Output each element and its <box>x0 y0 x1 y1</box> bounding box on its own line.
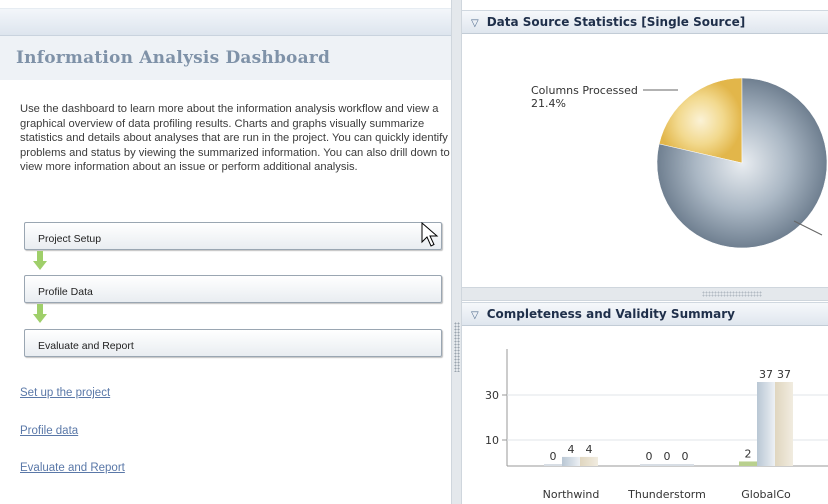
vertical-splitter[interactable] <box>451 0 462 504</box>
bar[interactable] <box>658 464 676 466</box>
stats-panel-title: Data Source Statistics [Single Source] <box>486 15 746 29</box>
bar[interactable] <box>757 382 775 466</box>
mouse-pointer-icon <box>421 222 439 247</box>
step-evaluate-and-report[interactable]: Evaluate and Report <box>24 329 442 357</box>
triangle-down-icon[interactable]: ▽ <box>471 310 479 321</box>
bar-value-label: 2 <box>745 447 752 460</box>
bar-value-label: 37 <box>777 368 791 381</box>
pie-chart: Columns Processed 21.4% <box>531 77 828 249</box>
category-label: GlobalCo <box>741 488 791 501</box>
splitter-grip[interactable] <box>702 291 762 297</box>
bar-value-label: 4 <box>586 443 593 456</box>
pie-leader-line <box>793 220 823 236</box>
completeness-panel-header[interactable]: ▽ Completeness and Validity Summary <box>462 302 828 326</box>
bar-value-label: 4 <box>568 443 575 456</box>
triangle-down-icon[interactable]: ▽ <box>471 18 479 29</box>
bar[interactable] <box>775 382 793 466</box>
bar[interactable] <box>640 464 658 466</box>
pie-label-value: 21.4% <box>531 97 566 110</box>
category-label: Thunderstorm <box>627 488 706 501</box>
bar-value-label: 0 <box>682 450 689 463</box>
intro-text: Use the dashboard to learn more about th… <box>20 103 450 173</box>
link-evaluate-and-report[interactable]: Evaluate and Report <box>20 462 125 474</box>
down-arrow-icon <box>33 251 47 270</box>
bar[interactable] <box>676 464 694 466</box>
bar-value-label: 0 <box>664 450 671 463</box>
link-set-up-project[interactable]: Set up the project <box>20 387 110 399</box>
bar-chart: 1030 04 4Northwind0 0 0Thunderstorm237 37Glo… <box>485 349 828 501</box>
splitter-grip[interactable] <box>454 322 460 372</box>
pie-label-name: Columns Processed <box>531 84 638 97</box>
bar[interactable] <box>562 456 580 466</box>
stats-panel-body: Columns Processed 21.4% <box>462 35 828 287</box>
stats-panel-header[interactable]: ▽ Data Source Statistics [Single Source] <box>462 10 828 34</box>
y-tick-label: 10 <box>485 434 499 447</box>
completeness-panel-body: 10 30 0 4 4 Northwind 0 0 0 Thunderstorm 2 37 37 Glo… <box>462 327 828 504</box>
category-label: Northwind <box>543 488 600 501</box>
left-panel: Information Analysis Dashboard Use the d… <box>0 0 451 504</box>
left-panel-topbar <box>0 8 451 36</box>
bar-value-label: 0 <box>646 450 653 463</box>
dashboard-header: Information Analysis Dashboard <box>0 36 451 80</box>
y-tick-label: 30 <box>485 389 499 402</box>
bar-value-label: 37 <box>759 368 773 381</box>
link-profile-data[interactable]: Profile data <box>20 425 78 437</box>
bar[interactable] <box>739 461 757 466</box>
bar[interactable] <box>544 464 562 466</box>
page-title: Information Analysis Dashboard <box>16 48 331 68</box>
down-arrow-icon <box>33 304 47 323</box>
completeness-panel-title: Completeness and Validity Summary <box>486 307 735 321</box>
horizontal-splitter[interactable] <box>462 287 828 301</box>
bar-value-label: 0 <box>550 450 557 463</box>
step-profile-data[interactable]: Profile Data <box>24 275 442 303</box>
bar[interactable] <box>580 456 598 466</box>
step-project-setup[interactable]: Project Setup <box>24 222 442 250</box>
